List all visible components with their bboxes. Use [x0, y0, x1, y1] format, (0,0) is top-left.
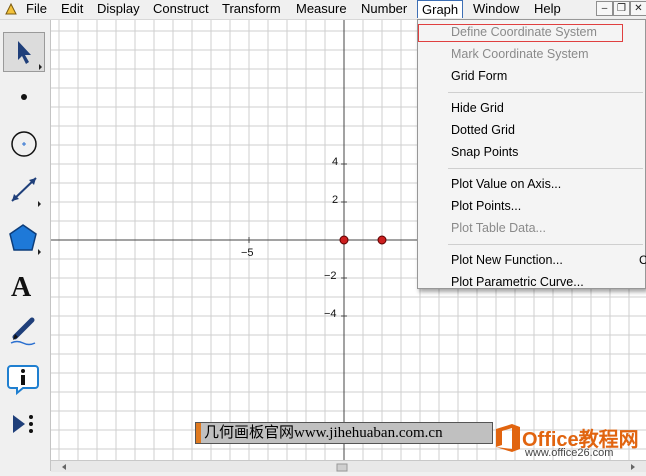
menu-item-shortcut: Ct	[639, 253, 646, 267]
toolbox: A	[0, 20, 51, 471]
selection-arrow-tool[interactable]	[3, 32, 45, 72]
custom-tools-icon	[13, 415, 33, 433]
menu-separator	[448, 168, 643, 169]
menu-transform[interactable]: Transform	[218, 0, 285, 19]
menu-item-snap-points[interactable]: Snap Points	[418, 142, 646, 162]
pen-icon	[10, 317, 36, 346]
app-icon[interactable]	[4, 2, 18, 16]
watermark-text: 几何画板官网www.jihehuaban.com.cn	[204, 425, 443, 441]
plotted-point	[339, 235, 349, 245]
marker-tool[interactable]	[3, 311, 45, 351]
menu-item-plot-value-on-axis[interactable]: Plot Value on Axis...	[418, 174, 646, 194]
office-logo-icon	[496, 424, 520, 452]
segment-icon	[11, 177, 41, 207]
straightedge-tool[interactable]	[3, 170, 45, 210]
text-tool[interactable]: A	[3, 265, 45, 305]
menu-measure[interactable]: Measure	[292, 0, 351, 19]
menu-edit[interactable]: Edit	[57, 0, 87, 19]
menu-item-grid-form[interactable]: Grid Form	[418, 66, 646, 86]
menu-display[interactable]: Display	[93, 0, 144, 19]
menu-item-label: Hide Grid	[451, 101, 504, 115]
office-logo-watermark: Office教程网 www.office26.com	[494, 419, 644, 463]
menu-item-label: Plot Parametric Curve...	[451, 275, 584, 289]
polygon-tool[interactable]	[3, 218, 45, 258]
menu-item-plot-table-data: Plot Table Data...	[418, 218, 646, 238]
text-a-icon: A	[11, 272, 32, 303]
menu-graph[interactable]: Graph	[417, 0, 464, 18]
pentagon-icon	[9, 224, 41, 255]
plotted-point	[377, 235, 387, 245]
info-icon	[7, 365, 39, 396]
y-tick-label: 2	[332, 194, 339, 206]
x-tick-label: −5	[241, 247, 254, 259]
menu-number[interactable]: Number	[357, 0, 411, 19]
site-text: www.office26.com	[525, 447, 614, 459]
y-tick-label: −2	[324, 270, 337, 282]
point-icon	[21, 94, 27, 100]
menu-window[interactable]: Window	[469, 0, 523, 19]
information-tool[interactable]	[3, 358, 45, 398]
menu-item-label: Grid Form	[451, 69, 508, 83]
menu-item-label: Plot Points...	[451, 199, 522, 213]
menu-item-label: Plot Table Data...	[451, 221, 546, 235]
minimize-button[interactable]: –	[596, 1, 613, 16]
watermark-banner: 几何画板官网www.jihehuaban.com.cn	[195, 422, 493, 444]
menu-item-dotted-grid[interactable]: Dotted Grid	[418, 120, 646, 140]
menu-item-define-coordinate-system: Define Coordinate System	[418, 22, 646, 42]
menu-item-label: Plot Value on Axis...	[451, 177, 562, 191]
menu-item-label: Mark Coordinate System	[451, 47, 589, 61]
menu-item-plot-points[interactable]: Plot Points...	[418, 196, 646, 216]
compass-tool[interactable]	[3, 124, 45, 164]
menu-construct[interactable]: Construct	[149, 0, 213, 19]
circle-icon	[11, 131, 37, 157]
restore-button[interactable]: ❐	[613, 1, 630, 16]
point-tool[interactable]	[3, 77, 45, 117]
watermark-stripe	[196, 423, 201, 443]
arrow-icon	[18, 41, 42, 70]
custom-tool[interactable]	[3, 404, 45, 444]
menu-file[interactable]: File	[22, 0, 51, 19]
menu-item-plot-parametric-curve[interactable]: Plot Parametric Curve...	[418, 272, 646, 292]
menu-separator	[448, 92, 643, 93]
highlight-box	[418, 24, 623, 42]
y-tick-label: −4	[324, 308, 337, 320]
menu-bar: File Edit Display Construct Transform Me…	[0, 0, 646, 20]
menu-item-label: Plot New Function...	[451, 253, 563, 267]
menu-help[interactable]: Help	[530, 0, 565, 19]
close-button[interactable]: ✕	[630, 1, 646, 16]
scrollbar-arrows	[62, 463, 635, 472]
menu-item-mark-coordinate-system: Mark Coordinate System	[418, 44, 646, 64]
menu-item-label: Snap Points	[451, 145, 519, 159]
graph-menu-dropdown: Define Coordinate System Mark Coordinate …	[417, 19, 646, 289]
menu-item-hide-grid[interactable]: Hide Grid	[418, 98, 646, 118]
menu-item-plot-new-function[interactable]: Plot New Function... Ct	[418, 250, 646, 270]
menu-item-label: Dotted Grid	[451, 123, 515, 137]
svg-text:A: A	[11, 272, 32, 303]
menu-separator	[448, 244, 643, 245]
y-tick-label: 4	[332, 156, 339, 168]
